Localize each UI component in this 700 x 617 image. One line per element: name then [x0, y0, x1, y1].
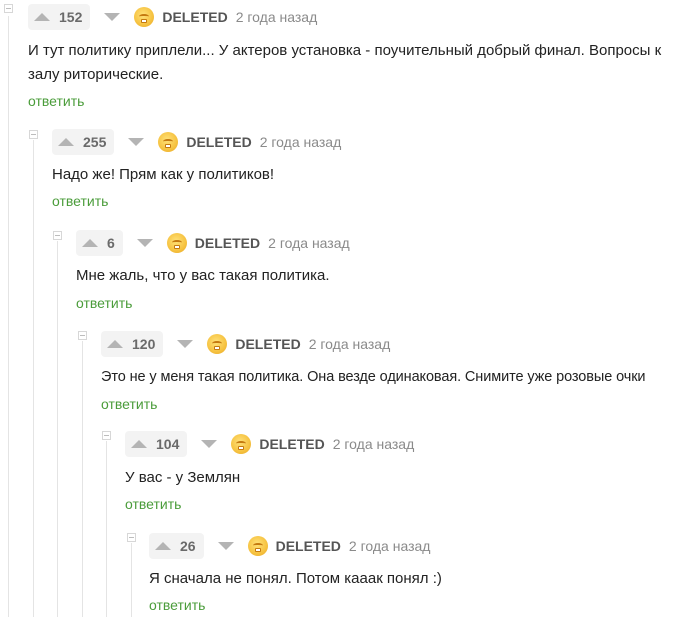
comment-time: 2 года назад — [348, 538, 431, 554]
comment-time: 2 года назад — [268, 235, 350, 251]
comment-header: 152 DELETED 2 года назад — [28, 2, 317, 32]
deleted-user-avatar-icon[interactable] — [247, 536, 268, 556]
arrow-down-icon[interactable] — [217, 542, 234, 550]
username[interactable]: DELETED — [195, 235, 260, 251]
arrow-up-icon[interactable] — [155, 542, 171, 550]
reply-link[interactable]: ответить — [101, 396, 157, 412]
username[interactable]: DELETED — [235, 336, 300, 352]
arrow-up-icon[interactable] — [82, 239, 98, 247]
thread-line — [106, 441, 107, 617]
collapse-thread-icon[interactable] — [4, 4, 13, 13]
reply-link[interactable]: ответить — [76, 295, 132, 311]
thread-line — [33, 140, 34, 617]
rating-value: 26 — [180, 538, 196, 554]
comment-text: Надо же! Прям как у политиков! — [52, 166, 275, 183]
username[interactable]: DELETED — [162, 9, 227, 25]
comment-text: Мне жаль, что у вас такая политика. — [76, 267, 330, 284]
comment-text: Это не у меня такая политика. Она везде … — [101, 369, 646, 385]
rating-value: 120 — [132, 336, 156, 352]
reply-link[interactable]: ответить — [52, 193, 108, 209]
comment-text-line: И тут политику приплели... У актеров уст… — [28, 42, 662, 59]
comment: 26 DELETED 2 года назад Я сначала не пон… — [149, 531, 694, 617]
reply-link[interactable]: ответить — [28, 93, 84, 109]
comment-header: 120 DELETED 2 года назад — [101, 329, 390, 359]
collapse-thread-icon[interactable] — [53, 231, 62, 240]
arrow-down-icon[interactable] — [128, 138, 145, 146]
thread-line — [82, 341, 83, 617]
comment-text: Я сначала не понял. Потом кааак понял :) — [149, 570, 442, 587]
reply-link[interactable]: ответить — [149, 597, 205, 613]
thread-line — [57, 241, 58, 617]
arrow-up-icon[interactable] — [107, 340, 123, 348]
arrow-down-icon[interactable] — [201, 440, 218, 448]
comment-header: 104 DELETED 2 года назад — [125, 429, 414, 459]
username[interactable]: DELETED — [259, 436, 324, 452]
arrow-down-icon[interactable] — [177, 340, 194, 348]
collapse-thread-icon[interactable] — [127, 533, 136, 542]
comments-thread: 152 DELETED 2 года назад И тут политику … — [0, 0, 700, 617]
thread-line — [8, 16, 9, 617]
reply-link[interactable]: ответить — [125, 496, 181, 512]
deleted-user-avatar-icon[interactable] — [207, 334, 228, 354]
collapse-thread-icon[interactable] — [78, 331, 87, 340]
deleted-user-avatar-icon[interactable] — [231, 434, 252, 454]
comment-text: У вас - у Землян — [125, 469, 241, 486]
comment-text-line: залу риторические. — [28, 66, 164, 83]
comment: 255 DELETED 2 года назад Надо же! Прям к… — [52, 127, 692, 217]
rating-box: 120 — [101, 331, 164, 357]
rating-value: 152 — [59, 9, 83, 25]
comment-time: 2 года назад — [259, 134, 342, 150]
rating-box: 152 — [28, 4, 91, 30]
rating-value: 6 — [107, 235, 115, 251]
collapse-thread-icon[interactable] — [29, 130, 38, 139]
comment-text: И тут политику приплели... У актеров уст… — [28, 39, 661, 87]
comment: 6 DELETED 2 года назад Мне жаль, что у в… — [76, 228, 691, 318]
comment: 120 DELETED 2 года назад Это не у меня т… — [101, 329, 696, 419]
rating-box: 26 — [149, 533, 204, 559]
arrow-up-icon[interactable] — [131, 440, 147, 448]
arrow-down-icon[interactable] — [136, 239, 153, 247]
rating-box: 104 — [125, 431, 188, 457]
arrow-down-icon[interactable] — [104, 13, 121, 21]
comment: 152 DELETED 2 года назад И тут политику … — [28, 2, 698, 114]
arrow-up-icon[interactable] — [34, 13, 50, 21]
comment-time: 2 года назад — [308, 336, 391, 352]
username[interactable]: DELETED — [276, 538, 341, 554]
comment-time: 2 года назад — [235, 9, 318, 25]
rating-box: 6 — [76, 230, 123, 256]
username[interactable]: DELETED — [186, 134, 251, 150]
comment-time: 2 года назад — [332, 436, 415, 452]
comment-header: 26 DELETED 2 года назад — [149, 531, 430, 561]
rating-box: 255 — [52, 129, 115, 155]
thread-line — [131, 543, 132, 617]
comment-header: 6 DELETED 2 года назад — [76, 228, 350, 258]
deleted-user-avatar-icon[interactable] — [158, 132, 179, 152]
rating-value: 255 — [83, 134, 107, 150]
deleted-user-avatar-icon[interactable] — [134, 7, 155, 27]
comment-header: 255 DELETED 2 года назад — [52, 127, 341, 157]
comment: 104 DELETED 2 года назад У вас - у Земля… — [125, 429, 695, 519]
collapse-thread-icon[interactable] — [102, 431, 111, 440]
deleted-user-avatar-icon[interactable] — [166, 233, 187, 253]
rating-value: 104 — [156, 436, 180, 452]
arrow-up-icon[interactable] — [58, 138, 74, 146]
